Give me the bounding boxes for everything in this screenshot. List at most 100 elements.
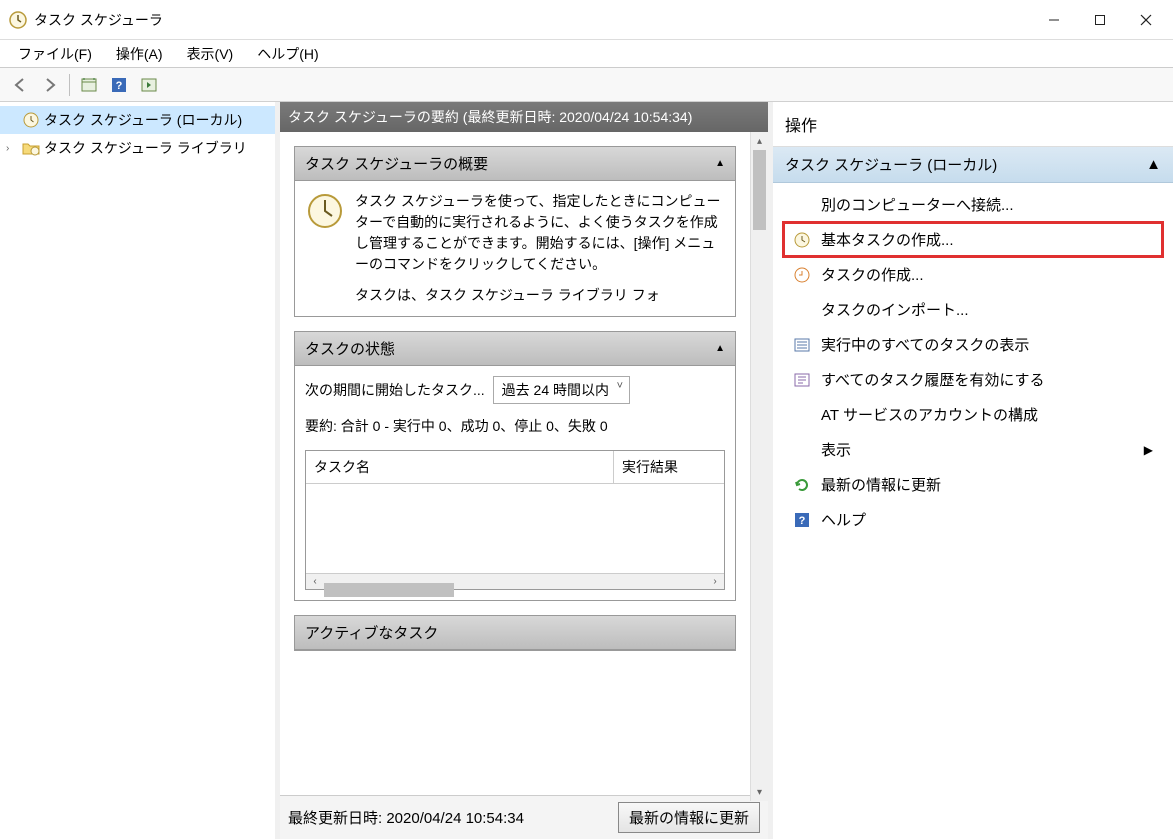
action-label: 別のコンピューターへ接続... [821,194,1014,215]
overview-body: タスク スケジューラを使って、指定したときにコンピューターで自動的に実行されるよ… [355,191,725,275]
col-task-result[interactable]: 実行結果 [614,451,724,483]
status-title: タスクの状態 [305,338,395,359]
toolbar: ? [0,68,1173,102]
action-label: 基本タスクの作成... [821,229,954,250]
blank-icon [793,196,811,214]
action-label: 最新の情報に更新 [821,474,941,495]
scroll-up-icon[interactable]: ▴ [751,132,768,150]
action-create-task[interactable]: タスクの作成... [783,257,1163,292]
tree-library-label: タスク スケジューラ ライブラリ [44,138,247,158]
status-period-label: 次の期間に開始したタスク... [305,380,485,400]
nav-back-button[interactable] [6,71,34,99]
col-task-name[interactable]: タスク名 [306,451,614,483]
task-table: タスク名 実行結果 ‹ › [305,450,725,590]
titlebar: タスク スケジューラ [0,0,1173,40]
action-connect-computer[interactable]: 別のコンピューターへ接続... [783,187,1163,222]
collapse-caret-icon: ▲ [715,158,725,169]
action-label: すべてのタスク履歴を有効にする [821,369,1045,390]
window-title: タスク スケジューラ [34,10,1031,30]
center-vscroll[interactable]: ▴ ▾ [750,132,768,801]
status-content: 次の期間に開始したタスク... 過去 24 時間以内 要約: 合計 0 - 実行… [295,366,735,600]
action-create-basic-task[interactable]: 基本タスクの作成... [783,222,1163,257]
action-view-submenu[interactable]: 表示 ▶ [783,432,1163,467]
last-update-label: 最終更新日時: 2020/04/24 10:54:34 [288,807,610,828]
toolbar-panel-button[interactable] [135,71,163,99]
refresh-button[interactable]: 最新の情報に更新 [618,802,760,833]
active-tasks-head[interactable]: アクティブなタスク [295,616,735,650]
status-section: タスクの状態 ▲ 次の期間に開始したタスク... 過去 24 時間以内 要約: … [294,331,736,601]
task-new-icon [793,266,811,284]
action-refresh[interactable]: 最新の情報に更新 [783,467,1163,502]
overview-body2: タスクは、タスク スケジューラ ライブラリ フォ [355,285,725,306]
task-table-hscroll[interactable]: ‹ › [306,573,724,589]
actions-pane: 操作 タスク スケジューラ (ローカル) ▲ 別のコンピューターへ接続... 基… [773,102,1173,839]
status-section-head[interactable]: タスクの状態 ▲ [295,332,735,366]
close-button[interactable] [1123,4,1169,36]
vscroll-thumb[interactable] [753,150,766,230]
blank-icon [793,441,811,459]
blank-icon [793,406,811,424]
toolbar-help-button[interactable]: ? [105,71,133,99]
menubar: ファイル(F) 操作(A) 表示(V) ヘルプ(H) [0,40,1173,68]
refresh-icon [793,476,811,494]
blank-icon [793,301,811,319]
action-at-account-config[interactable]: AT サービスのアカウントの構成 [783,397,1163,432]
menu-file[interactable]: ファイル(F) [6,40,104,68]
active-tasks-section: アクティブなタスク [294,615,736,651]
svg-text:?: ? [116,80,123,92]
overview-section: タスク スケジューラの概要 ▲ タスク スケジューラを使って、指定したときにコン… [294,146,736,317]
maximize-button[interactable] [1077,4,1123,36]
minimize-button[interactable] [1031,4,1077,36]
center-body: タスク スケジューラの概要 ▲ タスク スケジューラを使って、指定したときにコン… [280,132,768,795]
tree-library-node[interactable]: › タスク スケジューラ ライブラリ [0,134,275,162]
tree-pane: タスク スケジューラ (ローカル) › タスク スケジューラ ライブラリ [0,102,280,839]
overview-title: タスク スケジューラの概要 [305,153,488,174]
action-label: 表示 [821,439,851,460]
active-tasks-title: アクティブなタスク [305,622,438,643]
actions-pane-title: 操作 [773,102,1173,147]
main-area: タスク スケジューラ (ローカル) › タスク スケジューラ ライブラリ タスク… [0,102,1173,839]
help-icon: ? [793,511,811,529]
collapse-caret-icon: ▲ [715,343,725,354]
tree-expand-icon[interactable]: › [6,143,18,154]
menu-help[interactable]: ヘルプ(H) [245,40,330,68]
action-import-task[interactable]: タスクのインポート... [783,292,1163,327]
menu-action[interactable]: 操作(A) [104,40,175,68]
scroll-left-icon[interactable]: ‹ [306,576,324,587]
actions-group-title: タスク スケジューラ (ローカル) [785,154,997,175]
overview-content: タスク スケジューラを使って、指定したときにコンピューターで自動的に実行されるよ… [295,181,735,316]
action-show-running-tasks[interactable]: 実行中のすべてのタスクの表示 [783,327,1163,362]
tree-root-node[interactable]: タスク スケジューラ (ローカル) [0,106,275,134]
action-label: AT サービスのアカウントの構成 [821,404,1038,425]
action-help[interactable]: ? ヘルプ [783,502,1163,537]
menu-view[interactable]: 表示(V) [175,40,246,68]
actions-list: 別のコンピューターへ接続... 基本タスクの作成... タスクの作成... タス… [773,183,1173,541]
scroll-down-icon[interactable]: ▾ [751,783,768,801]
nav-forward-button[interactable] [36,71,64,99]
toolbar-separator [69,74,70,96]
center-pane: タスク スケジューラの要約 (最終更新日時: 2020/04/24 10:54:… [280,102,773,839]
history-icon [793,371,811,389]
task-table-header: タスク名 実行結果 [306,451,724,484]
status-summary: 要約: 合計 0 - 実行中 0、成功 0、停止 0、失敗 0 [305,416,725,436]
folder-clock-icon [22,139,40,157]
overview-section-head[interactable]: タスク スケジューラの概要 ▲ [295,147,735,181]
action-label: 実行中のすべてのタスクの表示 [821,334,1029,355]
scroll-thumb[interactable] [324,583,454,597]
action-label: タスクのインポート... [821,299,969,320]
clock-large-icon [305,191,345,231]
center-header: タスク スケジューラの要約 (最終更新日時: 2020/04/24 10:54:… [280,102,768,132]
tree-root-label: タスク スケジューラ (ローカル) [44,110,242,130]
action-enable-history[interactable]: すべてのタスク履歴を有効にする [783,362,1163,397]
task-table-body [306,484,724,573]
svg-text:?: ? [799,515,806,527]
actions-group-head[interactable]: タスク スケジューラ (ローカル) ▲ [773,147,1173,183]
chevron-right-icon: ▶ [1144,443,1153,457]
list-icon [793,336,811,354]
scroll-right-icon[interactable]: › [706,576,724,587]
status-period-select[interactable]: 過去 24 時間以内 [493,376,630,404]
action-label: ヘルプ [821,509,866,530]
toolbar-properties-button[interactable] [75,71,103,99]
app-clock-icon [8,10,28,30]
clock-new-icon [793,231,811,249]
